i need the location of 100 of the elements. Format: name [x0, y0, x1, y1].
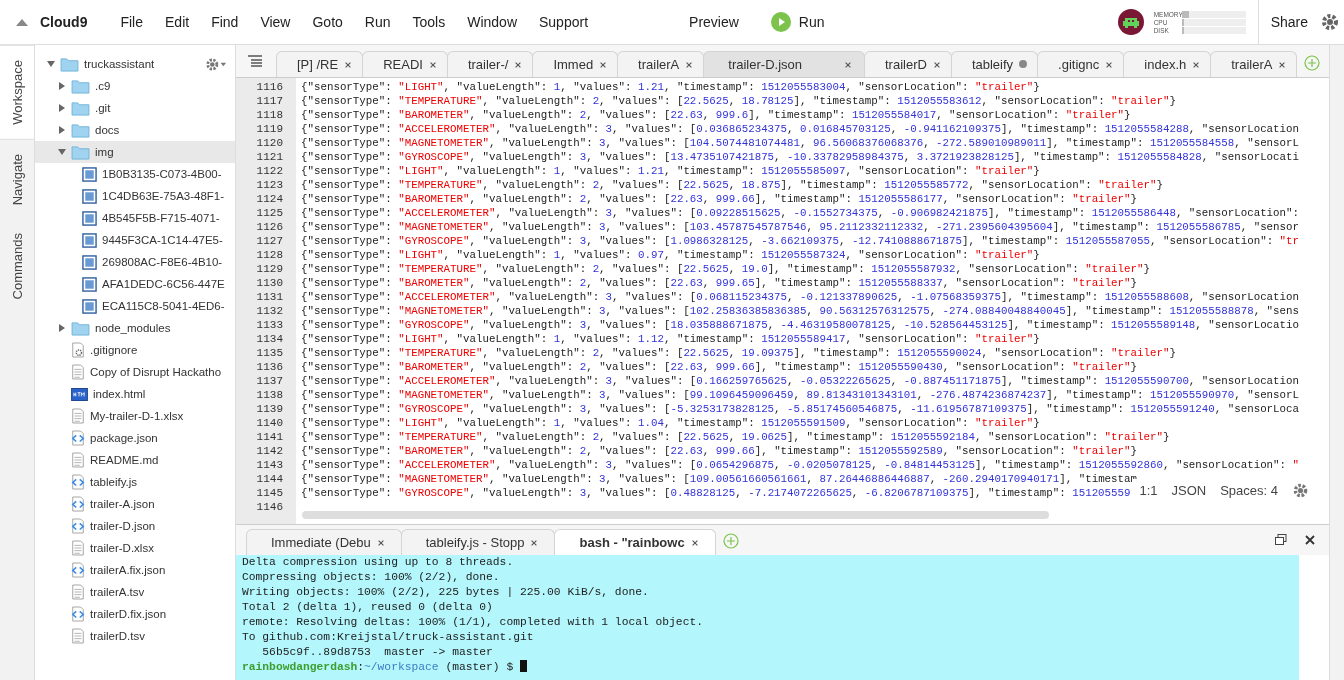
code-line: {"sensorType": "ACCELEROMETER", "valueLength": 3, "values": [0.0654296875, -0.0205078125, -0.84814453125], "timestamp": 1512055592860, "sensorLocation": ": [301, 457, 1300, 472]
tree-item[interactable]: trailerA.fix.json: [35, 559, 235, 581]
menu-item[interactable]: File: [109, 14, 154, 30]
tree-item[interactable]: 9445F3CA-1C14-47E5-: [35, 229, 235, 251]
line-number: 1143: [255, 457, 284, 472]
tree-item[interactable]: docs: [35, 119, 235, 141]
line-number: 1125: [255, 205, 284, 220]
menu-item[interactable]: Edit: [154, 14, 201, 30]
code-line: {"sensorType": "MAGNETOMETER", "valueLength": 3, "values": [104.5074481074481, 96.56068376068376, -272.589010989011], "timestamp": 1512055584558, "sensorL: [301, 135, 1299, 150]
line-number: 1118: [255, 107, 284, 122]
tree-item[interactable]: Copy of Disrupt Hackatho: [35, 361, 235, 383]
tree-item[interactable]: trailerD.fix.json: [35, 603, 235, 625]
settings-icon[interactable]: [1320, 12, 1340, 32]
tree-item[interactable]: 1B0B3135-C073-4B00-: [35, 163, 235, 185]
code-line: {"sensorType": "TEMPERATURE", "valueLength": 2, "values": [22.5625, 18.875], "timestamp": 1512055585772, "sensorLocation": "trailer"}: [301, 177, 1163, 192]
scrollbar[interactable]: [302, 511, 1049, 520]
line-number: 1123: [255, 177, 284, 192]
restore-icon[interactable]: [1275, 534, 1287, 547]
editor-tab[interactable]: trailer-D.json: [703, 50, 865, 77]
editor-tab[interactable]: trailerA: [1210, 50, 1298, 77]
line-number: 1135: [255, 345, 284, 360]
image-file-icon: [82, 276, 97, 292]
tree-item[interactable]: trailerA.tsv: [35, 581, 235, 603]
terminal-line: 56b5c9f..89d8753 master -> master: [261, 645, 494, 661]
code-file-icon: [71, 518, 85, 534]
settings-icon[interactable]: [205, 56, 227, 72]
caret-icon[interactable]: [58, 148, 66, 156]
line-number: 1120: [255, 135, 284, 150]
tree-item[interactable]: My-trailer-D-1.xlsx: [35, 405, 235, 427]
menu-item[interactable]: Goto: [301, 14, 354, 30]
menu-item[interactable]: View: [249, 14, 302, 30]
collapse-icon[interactable]: [16, 18, 28, 26]
indent-setting[interactable]: Spaces: 4: [1220, 483, 1278, 499]
caret-icon[interactable]: [58, 104, 66, 112]
code-line: {"sensorType": "GYROSCOPE", "valueLength": 3, "values": [0.48828125, -7.2174072265625, -6.8206787109375], "timestamp": 151205559: [301, 485, 1131, 500]
tree-item[interactable]: index.html: [35, 383, 235, 405]
line-number: 1124: [255, 191, 284, 206]
side-tab[interactable]: Navigate: [0, 139, 34, 220]
share-button[interactable]: Share: [1257, 0, 1320, 44]
preview-button[interactable]: Preview: [689, 14, 739, 30]
tree-item[interactable]: trailer-D.json: [35, 515, 235, 537]
settings-file-icon: [71, 342, 85, 358]
cursor-position[interactable]: 1:1: [1139, 483, 1158, 499]
tree-item[interactable]: README.md: [35, 449, 235, 471]
code-line: {"sensorType": "TEMPERATURE", "valueLength": 2, "values": [22.5625, 19.09375], "timestamp": 1512055590024, "sensorLocation": "trailer"}: [301, 345, 1176, 360]
line-number: 1122: [255, 163, 284, 178]
image-file-icon: [82, 254, 97, 270]
line-number: 1119: [255, 121, 284, 136]
tree-item[interactable]: AFA1DEDC-6C56-447E: [35, 273, 235, 295]
tree-item[interactable]: img: [35, 141, 235, 163]
tree-item[interactable]: tableify.js: [35, 471, 235, 493]
tree-item[interactable]: trailerD.tsv: [35, 625, 235, 647]
tree-item[interactable]: 1C4DB63E-75A3-48F1-: [35, 185, 235, 207]
tree-item[interactable]: .c9: [35, 75, 235, 97]
folder-icon: [71, 78, 90, 94]
side-tab[interactable]: Workspace: [0, 45, 34, 140]
line-number: 1145: [255, 485, 284, 500]
caret-icon[interactable]: [58, 126, 66, 134]
terminal-line: Compressing objects: 100% (2/2), done.: [242, 570, 501, 586]
caret-icon[interactable]: [58, 82, 66, 90]
console-tab[interactable]: Immediate (Debu: [246, 529, 402, 556]
menu-item[interactable]: Window: [456, 14, 528, 30]
folder-icon: [71, 144, 90, 160]
close-icon[interactable]: [1305, 535, 1315, 546]
menu-item[interactable]: Tools: [401, 14, 457, 30]
menu-item[interactable]: Run: [353, 14, 402, 30]
language-mode[interactable]: JSON: [1171, 483, 1207, 499]
console-tab[interactable]: bash - "rainbowc: [554, 529, 716, 556]
side-tab[interactable]: Commands: [0, 219, 34, 314]
tree-item[interactable]: .gitignore: [35, 339, 235, 361]
menu-item[interactable]: Find: [200, 14, 250, 30]
tree-item[interactable]: truckassistant: [35, 53, 235, 75]
line-number: 1138: [255, 387, 284, 402]
tree-item[interactable]: 269808AC-F8E6-4B10-: [35, 251, 235, 273]
document-icon: [71, 452, 85, 468]
line-number: 1139: [255, 401, 284, 416]
run-button[interactable]: Run: [764, 11, 831, 33]
line-number: 1121: [255, 149, 284, 164]
settings-icon[interactable]: [1292, 482, 1309, 500]
avatar-icon[interactable]: [1117, 9, 1144, 35]
code-line: {"sensorType": "LIGHT", "valueLength": 1, "values": 1.04, "timestamp": 1512055591509, "sensorLocation": "trailer"}: [301, 415, 1040, 430]
tree-item[interactable]: trailer-A.json: [35, 493, 235, 515]
menu-icon[interactable]: [248, 54, 262, 67]
tree-item[interactable]: 4B545F5B-F715-4071-: [35, 207, 235, 229]
play-icon: [770, 12, 791, 32]
tree-item[interactable]: .git: [35, 97, 235, 119]
editor-tab[interactable]: [P] /RE: [276, 50, 364, 77]
menu-item[interactable]: Support: [528, 14, 600, 30]
document-icon: [71, 628, 85, 644]
code-line: {"sensorType": "TEMPERATURE", "valueLength": 2, "values": [22.5625, 18.78125], "timestamp": 1512055583612, "sensorLocation": "trailer"}: [301, 93, 1176, 108]
tree-item[interactable]: ECA115C8-5041-4ED6-: [35, 295, 235, 317]
terminal[interactable]: [236, 555, 1299, 680]
image-file-icon: [82, 188, 97, 204]
terminal-line: To github.com:Kreijstal/truck-assistant.git: [242, 630, 535, 646]
caret-icon[interactable]: [47, 60, 55, 68]
tree-item[interactable]: node_modules: [35, 317, 235, 339]
caret-icon[interactable]: [58, 324, 66, 332]
tree-item[interactable]: trailer-D.xlsx: [35, 537, 235, 559]
document-icon: [71, 540, 85, 556]
tree-item[interactable]: package.json: [35, 427, 235, 449]
